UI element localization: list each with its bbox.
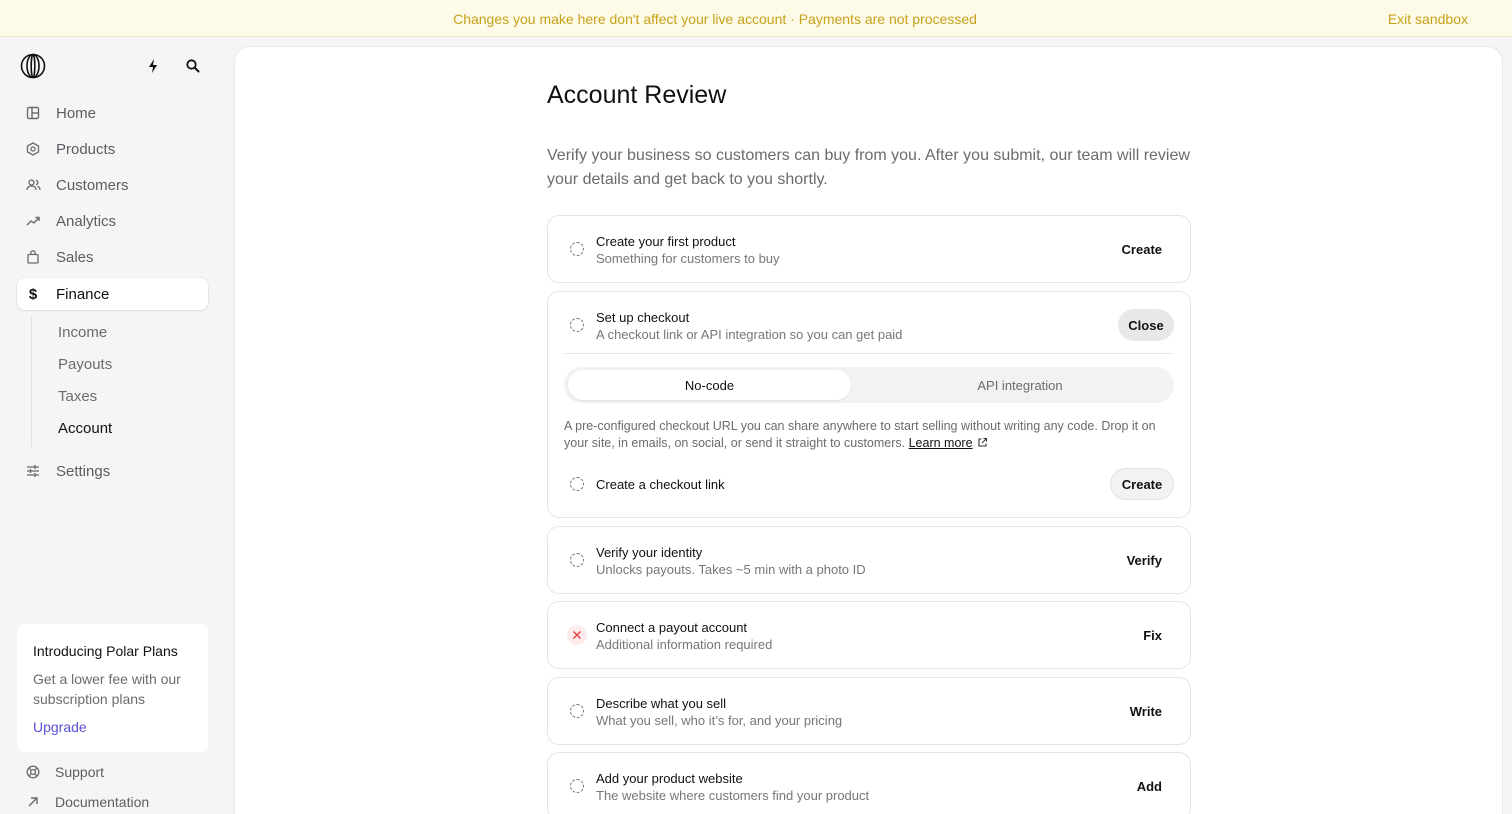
close-checkout-button[interactable]: Close <box>1118 309 1174 341</box>
support-link[interactable]: Support <box>25 764 104 780</box>
step-card-verify-identity: Verify your identity Unlocks payouts. Ta… <box>547 526 1191 594</box>
analytics-icon <box>25 213 41 229</box>
polar-logo[interactable] <box>20 53 46 79</box>
step-subtitle: Unlocks payouts. Takes ~5 min with a pho… <box>596 562 866 577</box>
pending-status-icon <box>570 704 584 718</box>
verify-identity-button[interactable]: Verify <box>1127 553 1162 568</box>
upgrade-link[interactable]: Upgrade <box>33 719 87 735</box>
sidebar-item-label: Sales <box>56 248 94 266</box>
write-description-button[interactable]: Write <box>1130 704 1162 719</box>
step-title: Verify your identity <box>596 545 703 560</box>
sidebar: Home Products Customers Analytics Sales … <box>0 37 234 814</box>
sliders-icon <box>25 463 41 479</box>
substep-title: Create a checkout link <box>596 477 725 492</box>
error-x-icon <box>567 625 587 645</box>
step-subtitle: What you sell, who it’s for, and your pr… <box>596 713 843 728</box>
step-subtitle: A checkout link or API integration so yo… <box>596 327 903 342</box>
step-card-create-product: Create your first product Something for … <box>547 215 1191 283</box>
sidebar-item-label: Finance <box>56 285 110 303</box>
sidebar-item-label: Home <box>56 104 97 122</box>
sidebar-item-products[interactable]: Products <box>17 133 208 165</box>
step-subtitle: Something for customers to buy <box>596 251 780 266</box>
pending-status-icon <box>570 318 584 332</box>
sidebar-subitem-taxes[interactable]: Taxes <box>58 388 97 405</box>
checkout-description: A pre-configured checkout URL you can sh… <box>564 418 1176 452</box>
pending-status-icon <box>570 553 584 567</box>
pending-status-icon <box>570 779 584 793</box>
step-subtitle: The website where customers find your pr… <box>596 788 870 803</box>
main-panel: Account Review Verify your business so c… <box>234 46 1503 814</box>
documentation-label: Documentation <box>55 794 150 810</box>
sidebar-item-sales[interactable]: Sales <box>17 241 208 273</box>
search-icon[interactable] <box>183 56 203 76</box>
step-card-payout-account: Connect a payout account Additional info… <box>547 601 1191 669</box>
page-description: Verify your business so customers can bu… <box>547 147 1190 188</box>
support-label: Support <box>55 764 105 780</box>
sandbox-banner: Changes you make here don't affect your … <box>0 0 1512 37</box>
sidebar-item-customers[interactable]: Customers <box>17 169 208 201</box>
home-icon <box>25 105 41 121</box>
sidebar-item-finance[interactable]: $ Finance <box>17 278 208 310</box>
pending-status-icon <box>570 242 584 256</box>
step-title: Create your first product <box>596 234 736 249</box>
exit-sandbox-link[interactable]: Exit sandbox <box>1388 11 1468 27</box>
create-checkout-link-button[interactable]: Create <box>1110 468 1174 500</box>
sidebar-item-label: Products <box>56 140 116 158</box>
sidebar-item-home[interactable]: Home <box>17 97 208 129</box>
sidebar-subitem-income[interactable]: Income <box>58 324 107 341</box>
step-title: Connect a payout account <box>596 620 748 635</box>
tab-no-code[interactable]: No-code <box>568 370 851 400</box>
pending-status-icon <box>570 477 584 491</box>
add-website-button[interactable]: Add <box>1137 779 1162 794</box>
polar-plans-promo: Introducing Polar Plans Get a lower fee … <box>17 624 208 752</box>
sandbox-banner-message: Changes you make here don't affect your … <box>453 11 977 27</box>
divider <box>564 353 1174 354</box>
checkout-description-text: A pre-configured checkout URL you can sh… <box>564 419 1156 450</box>
sidebar-subitem-payouts[interactable]: Payouts <box>58 356 112 373</box>
create-product-button[interactable]: Create <box>1122 242 1162 257</box>
arrow-up-right-icon <box>25 794 41 810</box>
step-card-describe-sell: Describe what you sell What you sell, wh… <box>547 677 1191 745</box>
step-title: Describe what you sell <box>596 696 727 711</box>
products-icon <box>25 141 41 157</box>
step-card-product-website: Add your product website The website whe… <box>547 752 1191 814</box>
customers-icon <box>25 177 41 193</box>
promo-text: Get a lower fee with our subscription pl… <box>33 671 181 707</box>
documentation-link[interactable]: Documentation <box>25 794 149 810</box>
sidebar-item-analytics[interactable]: Analytics <box>17 205 208 237</box>
page-title: Account Review <box>547 81 727 109</box>
step-card-setup-checkout: Set up checkout A checkout link or API i… <box>547 291 1191 518</box>
checkout-mode-tabs: No-code API integration <box>564 367 1174 403</box>
step-subtitle: Additional information required <box>596 637 773 652</box>
sidebar-item-settings[interactable]: Settings <box>17 455 208 487</box>
learn-more-link[interactable]: Learn more <box>909 436 973 450</box>
lifebuoy-icon <box>25 764 41 780</box>
sidebar-subitem-account[interactable]: Account <box>58 420 112 437</box>
sales-icon <box>25 249 41 265</box>
sidebar-item-label: Customers <box>56 176 129 194</box>
fix-payout-button[interactable]: Fix <box>1143 628 1162 643</box>
step-title: Add your product website <box>596 771 743 786</box>
sidebar-item-label: Analytics <box>56 212 117 230</box>
dollar-icon: $ <box>28 285 38 303</box>
sidebar-item-label: Settings <box>56 462 111 480</box>
lightning-icon[interactable] <box>143 56 163 76</box>
finance-submenu-line <box>31 317 32 447</box>
external-link-icon <box>977 437 987 447</box>
promo-title: Introducing Polar Plans <box>33 643 178 659</box>
tab-api-integration[interactable]: API integration <box>870 370 1170 400</box>
step-title: Set up checkout <box>596 310 690 325</box>
